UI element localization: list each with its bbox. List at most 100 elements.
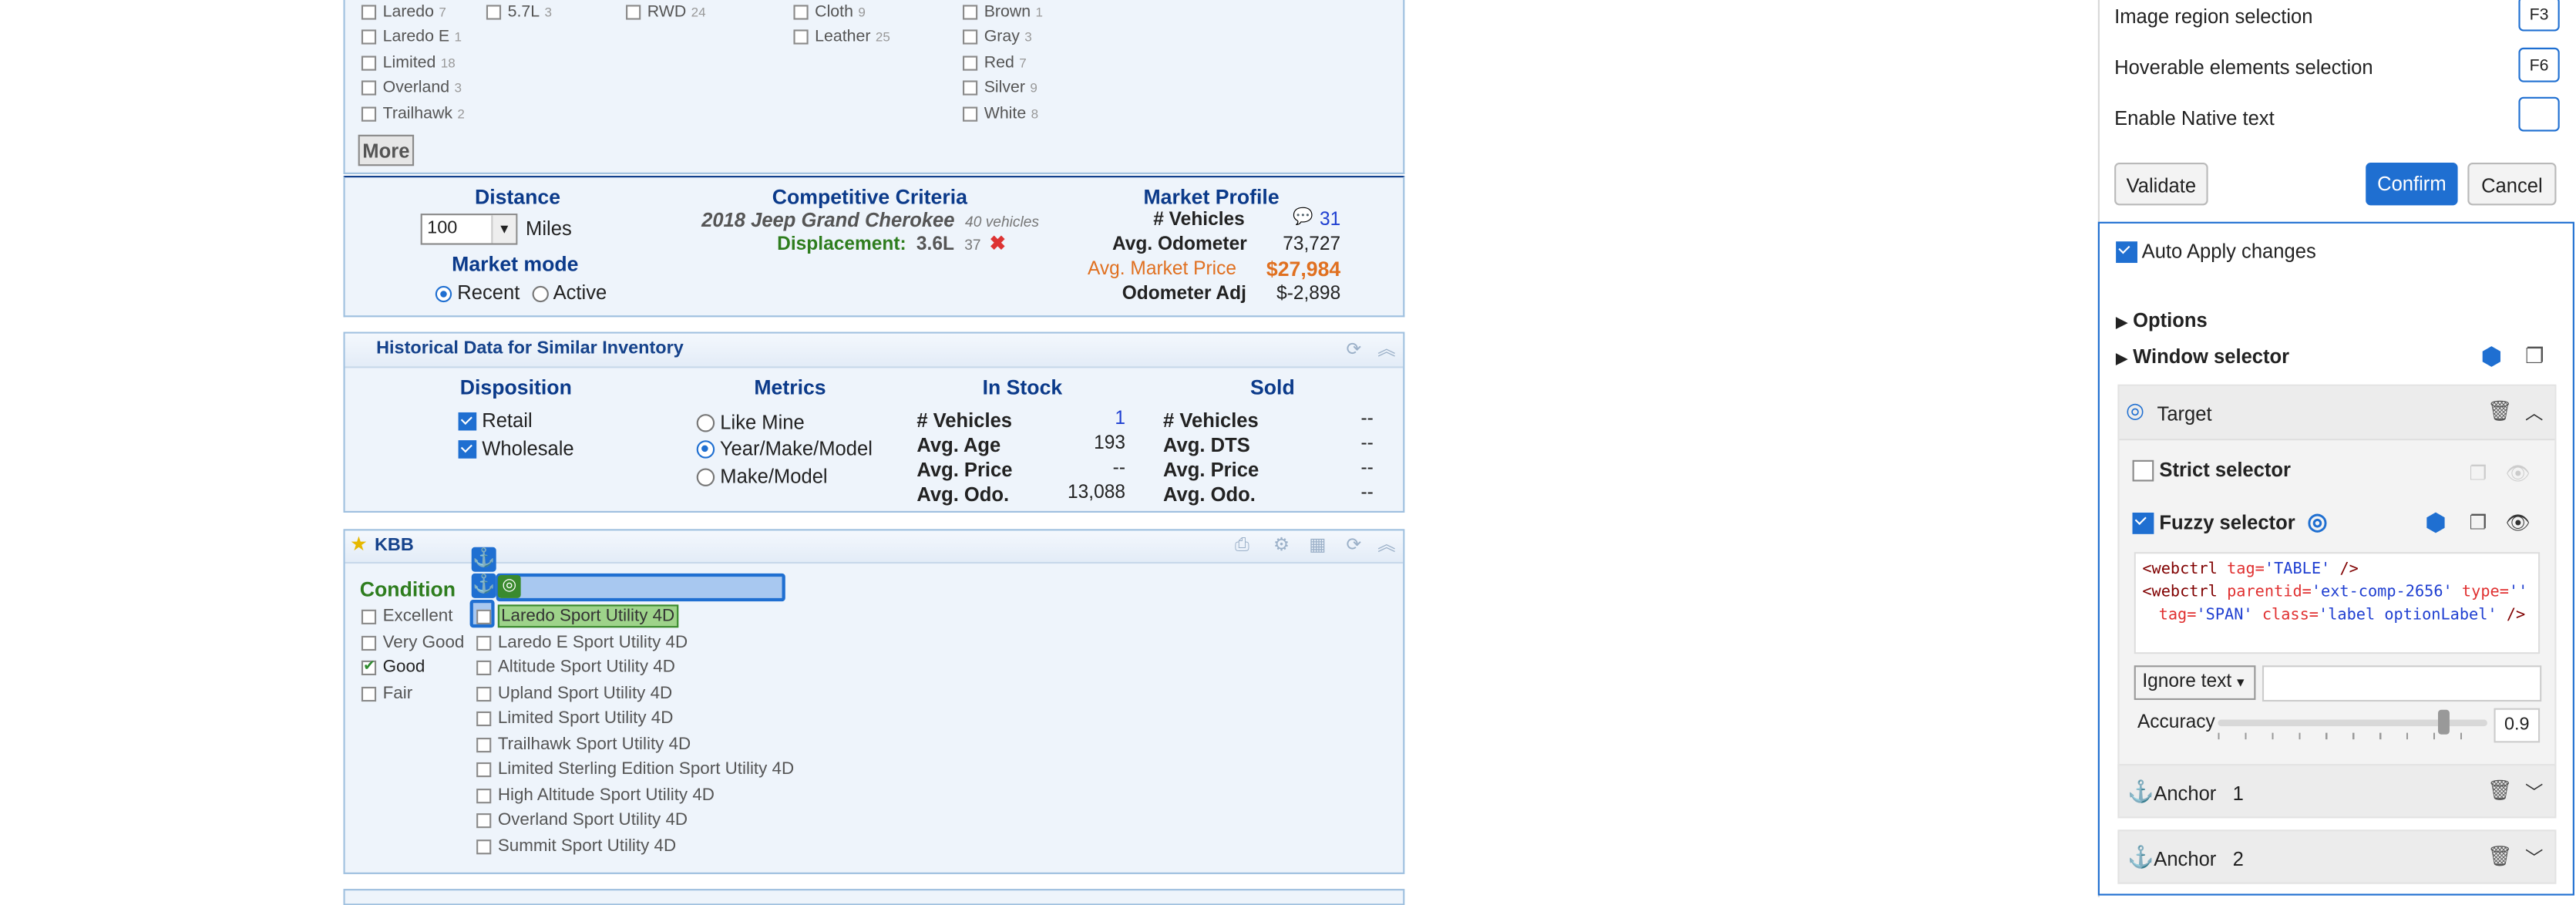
trim-filter-limited[interactable]: Limited 18: [361, 54, 456, 72]
checkbox[interactable]: [476, 686, 492, 701]
strict-selector-checkbox[interactable]: Strict selector: [2132, 459, 2291, 483]
eye-icon[interactable]: 👁: [2505, 511, 2530, 534]
interior-filter-leather[interactable]: Leather 25: [793, 28, 890, 46]
checkbox[interactable]: [476, 762, 492, 777]
more-button[interactable]: More: [358, 134, 415, 167]
chevron-down-icon[interactable]: ﹀: [2525, 779, 2543, 805]
gear-icon[interactable]: ⚙: [1272, 536, 1292, 556]
selector-code-box[interactable]: <webctrl tag='TABLE' /> <webctrl parenti…: [2134, 552, 2541, 654]
checkbox[interactable]: [361, 80, 377, 96]
trash-icon[interactable]: 🗑: [2487, 845, 2512, 868]
checkbox[interactable]: [963, 80, 978, 96]
hexagon-grid-icon[interactable]: ⬢: [2480, 341, 2502, 371]
anchor-highlight-box[interactable]: [496, 573, 785, 602]
kbb-trim-item[interactable]: Upland Sport Utility 4D: [476, 684, 672, 703]
print-icon[interactable]: ⎙: [1233, 536, 1253, 556]
fuzzy-selector-checkbox[interactable]: Fuzzy selector ◎: [2132, 508, 2327, 536]
radio[interactable]: [696, 414, 715, 433]
color-filter-red[interactable]: Red 7: [963, 54, 1027, 72]
interior-filter-cloth[interactable]: Cloth 9: [793, 3, 866, 22]
checkbox[interactable]: [476, 737, 492, 752]
checkbox[interactable]: [458, 412, 477, 432]
checkbox[interactable]: [476, 812, 492, 828]
checkbox[interactable]: [361, 56, 377, 71]
chevron-up-icon[interactable]: ︿: [2525, 399, 2543, 426]
condition-very-good[interactable]: Very Good: [361, 633, 464, 652]
distance-select[interactable]: 100 ▼: [420, 214, 518, 245]
remove-icon[interactable]: ✖: [990, 232, 1006, 255]
checkbox[interactable]: [793, 29, 809, 45]
drive-filter-rwd[interactable]: RWD 24: [626, 3, 706, 22]
trim-filter-trailhawk[interactable]: Trailhawk 2: [361, 105, 465, 123]
checkbox[interactable]: [476, 609, 492, 624]
cancel-button[interactable]: Cancel: [2467, 163, 2557, 206]
kbb-trim-item[interactable]: Summit Sport Utility 4D: [476, 836, 676, 856]
color-filter-gray[interactable]: Gray 3: [963, 28, 1032, 46]
checkbox[interactable]: [2132, 460, 2154, 483]
eye-icon[interactable]: 👁: [2505, 462, 2530, 485]
condition-good[interactable]: Good: [361, 657, 425, 677]
chevron-down-icon[interactable]: ﹀: [2525, 845, 2543, 871]
trash-icon[interactable]: 🗑: [2487, 399, 2512, 422]
hoverable-key[interactable]: F6: [2518, 47, 2560, 82]
wholesale-checkbox[interactable]: Wholesale: [458, 437, 574, 460]
target-icon[interactable]: ◎: [2307, 508, 2327, 534]
checkbox[interactable]: [476, 711, 492, 726]
refresh-icon[interactable]: ⟳: [1343, 536, 1364, 556]
collapse-icon[interactable]: ︽: [1377, 536, 1397, 556]
checkbox[interactable]: [486, 5, 502, 20]
trash-icon[interactable]: 🗑: [2487, 779, 2512, 802]
trim-filter-laredo[interactable]: Laredo 7: [361, 3, 446, 22]
trim-filter-overland[interactable]: Overland 3: [361, 79, 462, 97]
radio[interactable]: [435, 285, 452, 302]
checkbox[interactable]: [361, 657, 377, 675]
checkbox[interactable]: [476, 635, 492, 651]
radio[interactable]: [696, 440, 715, 459]
accuracy-value[interactable]: 0.9: [2494, 708, 2541, 743]
color-filter-silver[interactable]: Silver 9: [963, 79, 1037, 97]
checkbox[interactable]: [2116, 242, 2137, 264]
target-highlight[interactable]: Laredo Sport Utility 4D: [497, 604, 678, 628]
checkbox[interactable]: [361, 29, 377, 45]
radio[interactable]: [532, 285, 549, 302]
ignore-text-input[interactable]: [2262, 665, 2542, 702]
native-text-key[interactable]: [2518, 96, 2560, 132]
accuracy-slider-thumb[interactable]: [2437, 709, 2450, 735]
checkbox[interactable]: [361, 686, 377, 701]
radio[interactable]: [696, 469, 715, 487]
trim-filter-laredo-e[interactable]: Laredo E1: [361, 28, 462, 46]
window-selector-toggle[interactable]: ▶ Window selector: [2116, 345, 2289, 368]
checkbox[interactable]: [963, 5, 978, 20]
checkbox[interactable]: [361, 5, 377, 20]
copy-icon[interactable]: ❐: [2469, 511, 2487, 534]
checkbox[interactable]: [963, 56, 978, 71]
options-toggle[interactable]: ▶ Options: [2116, 309, 2207, 332]
grid-icon[interactable]: ▦: [1308, 536, 1328, 556]
checkbox[interactable]: [476, 788, 492, 803]
checkbox[interactable]: [793, 5, 809, 20]
kbb-trim-item[interactable]: Altitude Sport Utility 4D: [476, 658, 675, 677]
copy-icon[interactable]: ❐: [2469, 462, 2487, 485]
checkbox[interactable]: [476, 839, 492, 854]
checkbox[interactable]: [476, 660, 492, 675]
copy-icon[interactable]: ❐: [2525, 343, 2544, 369]
color-filter-brown[interactable]: Brown 1: [963, 3, 1043, 22]
collapse-icon[interactable]: ︽: [1377, 340, 1397, 360]
image-region-key[interactable]: F3: [2518, 0, 2560, 32]
checkbox[interactable]: [361, 609, 377, 624]
engine-filter-5-7l[interactable]: 5.7L 3: [486, 3, 552, 22]
checkbox[interactable]: [361, 635, 377, 651]
mode-recent-radio[interactable]: Recent: [435, 281, 520, 304]
color-filter-white[interactable]: White 8: [963, 105, 1038, 123]
kbb-trim-item[interactable]: Overland Sport Utility 4D: [476, 810, 688, 829]
make-model-radio[interactable]: Make/Model: [696, 465, 828, 488]
kbb-trim-item[interactable]: Laredo Sport Utility 4D: [476, 604, 678, 628]
checkbox[interactable]: [361, 106, 377, 122]
checkbox[interactable]: [963, 29, 978, 45]
validate-button[interactable]: Validate: [2114, 163, 2208, 206]
ymm-radio[interactable]: Year/Make/Model: [696, 437, 873, 460]
hexagon-grid-icon[interactable]: ⬢: [2425, 508, 2447, 537]
checkbox[interactable]: [626, 5, 641, 20]
retail-checkbox[interactable]: Retail: [458, 409, 533, 432]
condition-fair[interactable]: Fair: [361, 684, 412, 703]
